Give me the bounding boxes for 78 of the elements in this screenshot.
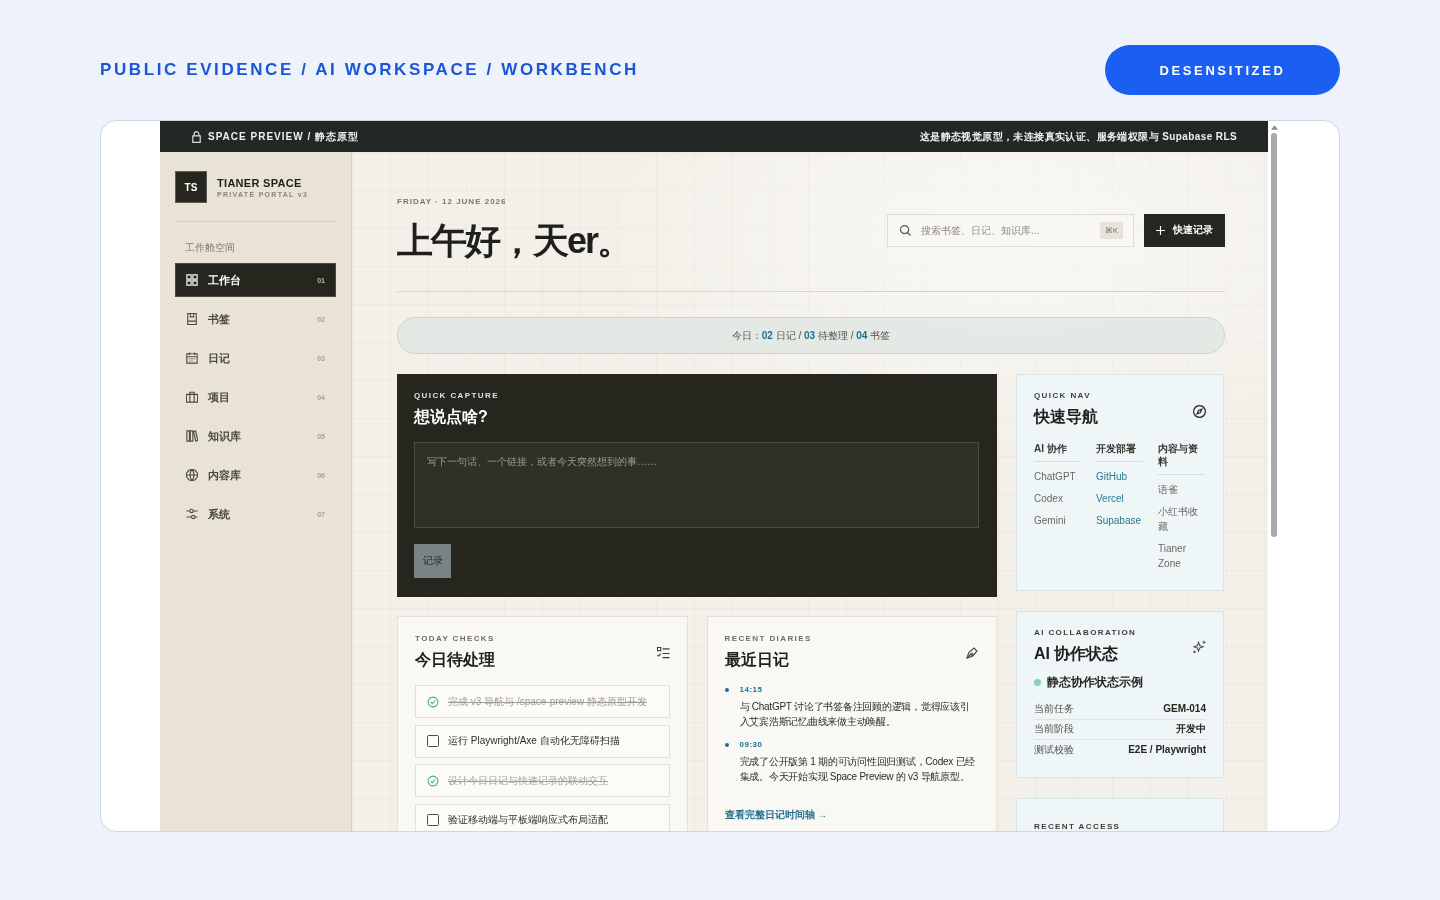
section-label: 工作舱空间 [184,242,235,254]
scrollbar-thumb[interactable] [1271,133,1277,537]
card-title: 想说点啥? [414,407,488,427]
task-item[interactable]: 完成 v3 导航与 /space-preview 静态原型开发 [415,685,670,718]
books-icon [186,430,198,442]
field-value: 开发中 [1176,722,1206,737]
checkbox[interactable] [427,695,439,708]
card-title: 快速导航 [1034,407,1098,427]
sparkle-icon [1193,640,1206,653]
card-title: 最近日记 [724,650,790,670]
field-label: 当前任务 [1034,701,1074,716]
briefcase-icon [186,391,198,403]
lock-icon [192,130,201,143]
globe-icon [186,469,198,481]
scroll-up-arrow-icon[interactable] [1270,125,1278,130]
nav-link[interactable]: Supabase [1096,513,1142,528]
bullet-icon [724,743,729,747]
calendar-icon [186,352,198,364]
nav-group-heading: 内容与资料 [1158,442,1205,475]
nav-group-heading: 开发部署 [1096,442,1143,462]
card-eyebrow: AI COLLABORATION [1034,628,1137,638]
diary-text: 完成了公开版第 1 期的可访问性回归测试，Codex 已经集成。今天开始实现 Space Preview 的 v3 导航原型。 [739,755,977,784]
status-dot-icon [1034,678,1041,686]
field-label: 当前阶段 [1034,722,1074,737]
nav-link[interactable]: Vercel [1096,491,1124,506]
field-value: GEM-014 [1163,703,1206,715]
nav-link[interactable]: 小红书收藏 [1158,504,1205,534]
notebook-icon [186,313,198,325]
diary-text: 与 ChatGPT 讨论了书签备注回顾的逻辑，觉得应该引入艾宾浩斯记忆曲线来做主动唤醒。 [739,700,971,729]
timeline-link[interactable]: 查看完整日记时间轴 → [724,809,828,821]
bullet-icon [724,688,729,692]
brand-title: TIANER SPACE [217,176,303,189]
pen-nib-icon [966,647,978,659]
record-button[interactable]: 记录 [414,544,451,578]
preview-label: SPACE PREVIEW / 静态原型 [208,129,359,144]
task-item[interactable]: 验证移动端与平板端响应式布局适配 [415,803,670,831]
nav-link[interactable]: 语雀 [1158,482,1178,497]
nav-link[interactable]: GitHub [1096,469,1128,484]
sliders-icon [186,508,198,520]
breadcrumb: PUBLIC EVIDENCE / AI WORKSPACE / WORKBENCH [100,60,639,80]
nav-link[interactable]: Tianer Zone [1158,541,1205,571]
task-item[interactable]: 设计今日日记与快速记录的联动交互 [415,764,670,797]
compass-icon [1193,405,1206,418]
nav-link[interactable]: Codex [1034,491,1063,506]
grid-icon [186,274,198,286]
greeting-heading: 上午好，天er。 [397,219,632,263]
nav-link[interactable]: ChatGPT [1034,469,1076,484]
task-text: 验证移动端与平板端响应式布局适配 [448,813,608,827]
search-icon [900,224,911,236]
task-text: 运行 Playwright/Axe 自动化无障碍扫描 [448,734,620,748]
plus-icon [1156,225,1165,235]
date-label: FRIDAY · 12 JUNE 2026 [397,197,508,207]
nav-group-heading: AI 协作 [1034,442,1081,462]
card-eyebrow: QUICK NAV [1034,391,1092,401]
task-text: 完成 v3 导航与 /space-preview 静态原型开发 [448,694,647,709]
quick-record-button[interactable]: 快速记录 [1144,213,1225,247]
logo: TS [175,171,207,203]
nav-link[interactable]: Gemini [1034,513,1066,528]
card-title: 今日待处理 [415,650,495,670]
checkbox[interactable] [427,814,439,826]
desensitized-button[interactable]: DESENSITIZED [1105,45,1340,95]
card-eyebrow: RECENT ACCESS [1034,821,1121,831]
field-value: E2E / Playwright [1128,744,1206,756]
task-text: 设计今日日记与快速记录的联动交互 [448,773,608,788]
card-eyebrow: QUICK CAPTURE [414,391,499,401]
checkbox[interactable] [427,774,439,787]
daily-summary: 今日：02 日记 / 03 待整理 / 04 书签 [397,317,1225,354]
card-eyebrow: RECENT DIARIES [724,634,812,644]
card-title: AI 协作状态 [1034,644,1120,664]
diary-time: 14:15 [739,685,764,695]
card-eyebrow: TODAY CHECKS [415,634,495,644]
checklist-icon [656,647,670,659]
preview-notice: 这是静态视觉原型，未连接真实认证、服务端权限与 Supabase RLS [919,129,1237,144]
status-text: 静态协作状态示例 [1047,674,1143,690]
checkbox[interactable] [427,735,439,747]
field-label: 测试校验 [1034,742,1074,757]
diary-time: 09:30 [739,740,764,750]
task-item[interactable]: 运行 Playwright/Axe 自动化无障碍扫描 [415,724,670,758]
